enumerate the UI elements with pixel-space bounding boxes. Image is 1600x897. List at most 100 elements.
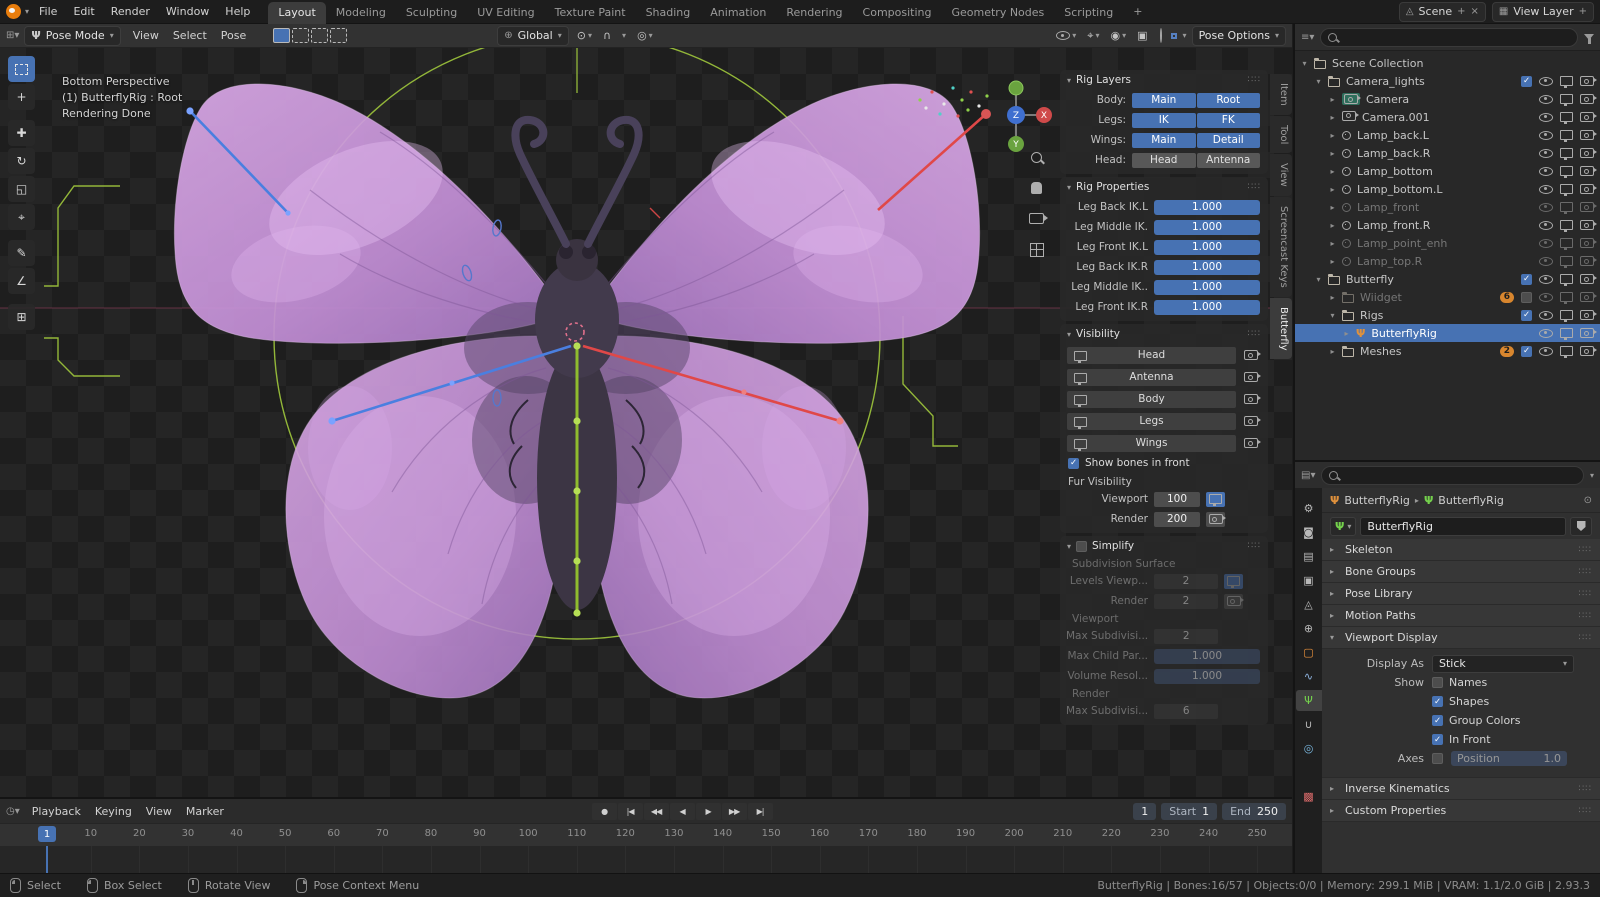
workspace-tab-texture-paint[interactable]: Texture Paint (545, 2, 636, 24)
hide-eye-icon[interactable] (1539, 112, 1553, 122)
disable-render-icon[interactable] (1580, 256, 1597, 266)
expand-arrow-icon[interactable]: ▸ (1327, 167, 1338, 176)
timeline-menu-playback[interactable]: Playback (25, 803, 88, 820)
menu-window[interactable]: Window (158, 3, 217, 20)
rig-property-slider-leg-back-ik-r[interactable]: 1.000 (1154, 259, 1260, 275)
shading-dropdown-icon[interactable]: ▾ (1183, 31, 1187, 40)
properties-tab-texture[interactable]: ▩ (1296, 786, 1322, 807)
workspace-tab-scripting[interactable]: Scripting (1054, 2, 1123, 24)
show-names-checkbox[interactable]: Names (1432, 676, 1487, 689)
properties-tab-data[interactable]: Ψ (1295, 690, 1322, 711)
show-overlays-dropdown[interactable]: ◉ ▾ (1108, 28, 1130, 43)
axes-checkbox[interactable] (1432, 753, 1443, 764)
disable-viewport-icon[interactable] (1560, 346, 1573, 358)
hide-eye-icon[interactable] (1539, 166, 1553, 176)
disable-viewport-icon[interactable] (1560, 130, 1573, 142)
hide-eye-icon[interactable] (1539, 328, 1553, 338)
properties-tab-view-layer[interactable]: ▣ (1296, 570, 1322, 591)
panel-pose-library[interactable]: ▸ Pose Library ∷∷ (1322, 583, 1600, 605)
expand-arrow-icon[interactable]: ▸ (1341, 329, 1352, 338)
expand-arrow-icon[interactable]: ▾ (1313, 275, 1324, 284)
outliner-row-camera-lights[interactable]: ▾ Camera_lights ✓ (1295, 72, 1600, 90)
viewport-canvas[interactable]: X Y Z Bottom Perspective (1) ButterflyRi… (0, 48, 1292, 797)
outliner-row-butterflyrig[interactable]: ▸ Ψ ButterflyRig (1295, 324, 1600, 342)
timeline-ruler[interactable]: 1 10 20 30 40 50 60 70 80 90 100 110 120 130 140 150 16… (0, 823, 1292, 846)
new-scene-icon[interactable]: + (1457, 6, 1465, 17)
viewport-menu-select[interactable]: Select (166, 27, 214, 44)
outliner-row-lamp-top-r[interactable]: ▸ Lamp_top.R (1295, 252, 1600, 270)
menu-edit[interactable]: Edit (65, 3, 102, 20)
data-name-field[interactable]: ButterflyRig (1360, 516, 1566, 536)
expand-arrow-icon[interactable]: ▸ (1327, 131, 1338, 140)
properties-tab-world[interactable]: ⊕ (1296, 618, 1322, 639)
visibility-toggle-antenna[interactable]: Antenna (1067, 368, 1236, 386)
editor-type-icon[interactable]: ▤▾ (1301, 470, 1315, 481)
properties-tab-physics[interactable]: ◎ (1296, 738, 1322, 759)
rig-property-slider-leg-front-ik-r[interactable]: 1.000 (1154, 299, 1260, 315)
menu-help[interactable]: Help (217, 3, 258, 20)
expand-arrow-icon[interactable]: ▾ (1313, 77, 1324, 86)
disable-render-icon[interactable] (1580, 76, 1597, 86)
shading-wireframe-button[interactable] (1159, 28, 1162, 43)
disable-viewport-icon[interactable] (1560, 328, 1573, 340)
disable-viewport-icon[interactable] (1560, 310, 1573, 322)
browse-data-button[interactable]: Ψ ▾ (1330, 516, 1357, 536)
editor-type-icon[interactable]: ⊞▾ (6, 30, 19, 41)
visibility-toggle-wings[interactable]: Wings (1067, 434, 1236, 452)
expand-arrow-icon[interactable]: ▸ (1327, 203, 1338, 212)
tool-transform[interactable]: ⌖ (8, 204, 35, 230)
workspace-tab-rendering[interactable]: Rendering (776, 2, 852, 24)
proportional-edit-dropdown[interactable]: ◎ ▾ (634, 28, 656, 43)
rig-layer-button-fk[interactable]: FK (1196, 112, 1260, 128)
menu-file[interactable]: File (31, 3, 65, 20)
transport-jump-to-end[interactable]: ▶| (747, 802, 773, 820)
tool-scale[interactable]: ◱ (8, 176, 35, 202)
outliner-row-lamp-point-enh[interactable]: ▸ Lamp_point_enh (1295, 234, 1600, 252)
workspace-tab-uv-editing[interactable]: UV Editing (467, 2, 544, 24)
pose-options-dropdown[interactable]: Pose Options ▾ (1191, 25, 1286, 46)
exclude-checkbox[interactable]: ✓ (1521, 273, 1532, 285)
editor-type-icon[interactable]: ≡▾ (1301, 32, 1314, 43)
outliner-row-camera[interactable]: ▸ Camera (1295, 90, 1600, 108)
properties-tab-scene[interactable]: ◬ (1296, 594, 1322, 615)
show-shapes-checkbox[interactable]: ✓ Shapes (1432, 695, 1489, 708)
new-view-layer-icon[interactable]: + (1579, 6, 1587, 17)
tool-move[interactable]: ✚ (8, 120, 35, 146)
hide-eye-icon[interactable] (1539, 292, 1553, 302)
expand-arrow-icon[interactable]: ▸ (1327, 221, 1338, 230)
outliner-row-lamp-back-r[interactable]: ▸ Lamp_back.R (1295, 144, 1600, 162)
unlink-scene-icon[interactable]: × (1470, 6, 1478, 17)
exclude-checkbox[interactable]: ✓ (1521, 75, 1532, 87)
outliner-row-lamp-front[interactable]: ▸ Lamp_front (1295, 198, 1600, 216)
position-slider[interactable]: Position 1.0 (1451, 751, 1567, 766)
hide-eye-icon[interactable] (1539, 238, 1553, 248)
disable-viewport-icon[interactable] (1560, 238, 1573, 250)
workspace-tab-geometry-nodes[interactable]: Geometry Nodes (941, 2, 1054, 24)
pin-icon[interactable]: ⊙ (1584, 495, 1592, 506)
hide-eye-icon[interactable] (1539, 220, 1553, 230)
sidebar-tab-item[interactable]: Item (1270, 74, 1292, 115)
disable-viewport-icon[interactable] (1560, 202, 1573, 214)
scene-selector[interactable]: ◬ Scene + × (1398, 1, 1486, 22)
disable-render-icon[interactable] (1580, 130, 1597, 140)
fake-user-button[interactable] (1570, 516, 1592, 536)
rig-layer-button-main[interactable]: Main (1132, 132, 1196, 148)
transport-next-keyframe[interactable]: ▶▶ (721, 802, 747, 820)
properties-tab-object[interactable]: ▢ (1296, 642, 1322, 663)
snap-dropdown[interactable]: ▾ (619, 30, 629, 41)
expand-arrow-icon[interactable]: ▸ (1327, 293, 1338, 302)
show-group-colors-checkbox[interactable]: ✓ Group Colors (1432, 714, 1520, 727)
tool-add[interactable]: ⊞ (8, 304, 35, 330)
filter-icon[interactable] (1584, 34, 1594, 44)
disable-render-icon[interactable] (1580, 310, 1597, 320)
properties-tab-render[interactable]: ◙ (1296, 522, 1322, 543)
rig-properties-header[interactable]: ▾ Rig Properties ∷∷ (1060, 177, 1268, 197)
sidebar-tab-view[interactable]: View (1270, 154, 1292, 196)
disable-viewport-icon[interactable] (1560, 112, 1573, 124)
zoom-icon[interactable] (1031, 152, 1042, 163)
disable-render-icon[interactable] (1580, 202, 1597, 212)
hide-eye-icon[interactable] (1539, 274, 1553, 284)
sidebar-tab-screencast-keys[interactable]: Screencast Keys (1270, 196, 1292, 297)
render-visibility-legs[interactable] (1241, 416, 1261, 426)
disable-render-icon[interactable] (1580, 112, 1597, 122)
